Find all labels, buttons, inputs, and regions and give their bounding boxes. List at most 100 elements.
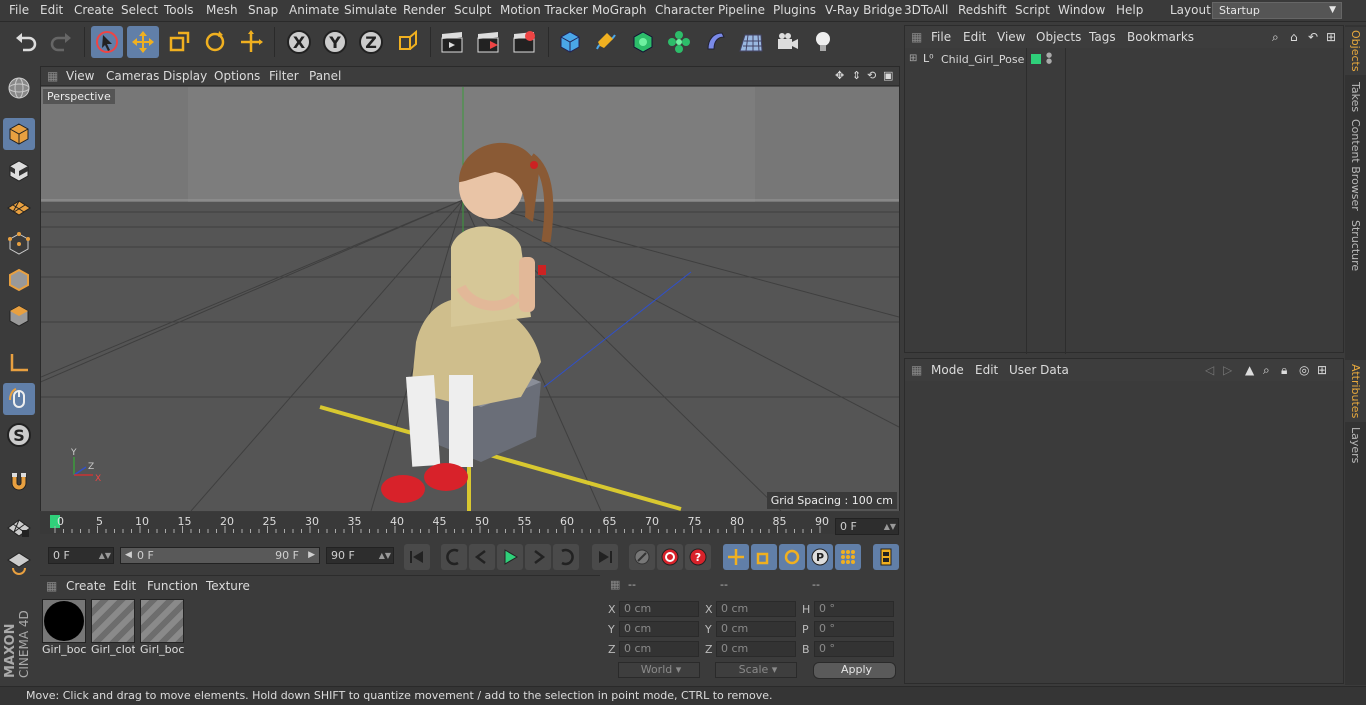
rotation-b-field[interactable]: 0 ° [814, 641, 894, 657]
layout-select[interactable]: Startup ▼ [1212, 2, 1342, 19]
back-icon[interactable]: ↶ [1308, 30, 1318, 44]
menu-file[interactable]: File [9, 3, 29, 17]
attribute-menu-mode[interactable]: Mode [931, 363, 964, 377]
material-menu-edit[interactable]: Edit [113, 579, 136, 593]
goto-end-button[interactable] [592, 544, 618, 570]
menu-plugins[interactable]: Plugins [773, 3, 816, 17]
range-right-arrow-icon[interactable]: ▶ [308, 548, 315, 563]
autokey-button[interactable] [657, 544, 683, 570]
material-menu-texture[interactable]: Texture [206, 579, 250, 593]
key-position-button[interactable] [723, 544, 749, 570]
object-menu-view[interactable]: View [997, 30, 1025, 44]
material-menu-create[interactable]: Create [66, 579, 106, 593]
workplane-lock-button[interactable] [3, 511, 35, 543]
object-grip-icon[interactable]: ▦ [911, 30, 922, 44]
record-button[interactable] [629, 544, 655, 570]
snap-button[interactable] [3, 466, 35, 498]
viewport-grip-icon[interactable]: ▦ [47, 69, 58, 83]
size-x-field[interactable]: 0 cm [716, 601, 796, 617]
keyframe-selection-button[interactable]: ? [685, 544, 711, 570]
floor-button[interactable] [735, 26, 767, 58]
position-z-field[interactable]: 0 cm [619, 641, 699, 657]
points-mode-button[interactable] [3, 228, 35, 260]
end-frame-field[interactable]: 90 F ▲▼ [326, 547, 394, 564]
pan-view-icon[interactable]: ✥ [835, 69, 844, 82]
rotation-h-field[interactable]: 0 ° [814, 601, 894, 617]
lock-icon[interactable]: 🔒︎ [1281, 363, 1287, 378]
layer-color-swatch[interactable] [1031, 54, 1041, 64]
object-menu-tags[interactable]: Tags [1089, 30, 1116, 44]
attribute-menu-user-data[interactable]: User Data [1009, 363, 1069, 377]
new-view-icon[interactable]: ⊞ [1317, 363, 1327, 377]
rotate-tool-button[interactable] [199, 26, 231, 58]
workplane-mode-button[interactable] [3, 191, 35, 223]
back-arrow-icon[interactable]: ◁ [1205, 363, 1214, 377]
render-picture-viewer-button[interactable] [472, 26, 504, 58]
object-menu-objects[interactable]: Objects [1036, 30, 1081, 44]
coordinate-system-button[interactable] [391, 26, 423, 58]
material-item[interactable]: Girl_boc [140, 599, 184, 657]
world-select[interactable]: World ▾ [618, 662, 700, 678]
menu-3dtoall[interactable]: 3DToAll [904, 3, 948, 17]
tab-objects[interactable]: Objects [1345, 27, 1366, 75]
expand-icon[interactable]: ⊞ [909, 53, 917, 64]
rotation-p-field[interactable]: 0 ° [814, 621, 894, 637]
viewport-menu-cameras[interactable]: Cameras [106, 69, 159, 83]
material-grip-icon[interactable]: ▦ [46, 579, 57, 593]
object-menu-edit[interactable]: Edit [963, 30, 986, 44]
viewport-menu-panel[interactable]: Panel [309, 69, 341, 83]
tab-content-browser[interactable]: Content Browser [1345, 119, 1366, 211]
subdivision-surface-button[interactable] [627, 26, 659, 58]
menu-pipeline[interactable]: Pipeline [718, 3, 765, 17]
viewport-menu-display[interactable]: Display [163, 69, 207, 83]
menu-script[interactable]: Script [1015, 3, 1050, 17]
menu-help[interactable]: Help [1116, 3, 1143, 17]
menu-simulate[interactable]: Simulate [344, 3, 397, 17]
move-view-icon[interactable]: ⇕ [852, 69, 861, 82]
pen-spline-button[interactable] [590, 26, 622, 58]
apply-button[interactable]: Apply [813, 662, 896, 679]
menu-mesh[interactable]: Mesh [206, 3, 238, 17]
menu-select[interactable]: Select [121, 3, 158, 17]
position-y-field[interactable]: 0 cm [619, 621, 699, 637]
start-frame-field[interactable]: 0 F ▲▼ [48, 547, 114, 564]
menu-render[interactable]: Render [403, 3, 446, 17]
timeline-ruler[interactable]: 0 5 10 15 20 25 30 35 40 45 50 55 60 65 70 75 80 85 90 0 F… [40, 512, 900, 535]
menu-sculpt[interactable]: Sculpt [454, 3, 491, 17]
live-selection-button[interactable] [91, 26, 123, 58]
coord-grip-icon[interactable]: ▦ [610, 578, 620, 591]
model-mode-button[interactable] [3, 118, 35, 150]
cube-button[interactable] [554, 26, 586, 58]
locked-workplane-button[interactable] [3, 547, 35, 579]
new-view-icon[interactable]: ⊞ [1326, 30, 1336, 44]
menu-motion-tracker[interactable]: Motion Tracker [500, 3, 588, 17]
menu-window[interactable]: Window [1058, 3, 1105, 17]
texture-mode-button[interactable] [3, 155, 35, 187]
rotate-view-icon[interactable]: ⟲ [867, 69, 876, 82]
polygons-mode-button[interactable] [3, 300, 35, 332]
key-rotation-button[interactable] [779, 544, 805, 570]
viewport-canvas[interactable]: Y Z X Perspective Grid Spacing : 100 cm [41, 87, 899, 511]
undo-button[interactable] [10, 26, 42, 58]
cloner-button[interactable] [663, 26, 695, 58]
material-item[interactable]: Girl_clot [91, 599, 135, 657]
goto-start-button[interactable] [404, 544, 430, 570]
object-menu-bookmarks[interactable]: Bookmarks [1127, 30, 1194, 44]
z-axis-lock-button[interactable]: Z [355, 26, 387, 58]
solo-button[interactable]: S [3, 419, 35, 451]
size-z-field[interactable]: 0 cm [716, 641, 796, 657]
attribute-grip-icon[interactable]: ▦ [911, 363, 922, 377]
key-pla-button[interactable] [835, 544, 861, 570]
target-icon[interactable]: ◎ [1299, 363, 1309, 377]
home-icon[interactable]: ⌂ [1290, 30, 1298, 44]
forward-arrow-icon[interactable]: ▷ [1223, 363, 1232, 377]
tweak-mode-button[interactable] [3, 383, 35, 415]
render-settings-button[interactable] [508, 26, 540, 58]
scale-tool-button[interactable] [163, 26, 195, 58]
range-left-arrow-icon[interactable]: ◀ [125, 548, 132, 563]
key-parameter-button[interactable]: P [807, 544, 833, 570]
transform-tool-button[interactable] [235, 26, 267, 58]
maximize-view-icon[interactable]: ▣ [883, 69, 893, 82]
menu-snap[interactable]: Snap [248, 3, 278, 17]
object-menu-file[interactable]: File [931, 30, 951, 44]
